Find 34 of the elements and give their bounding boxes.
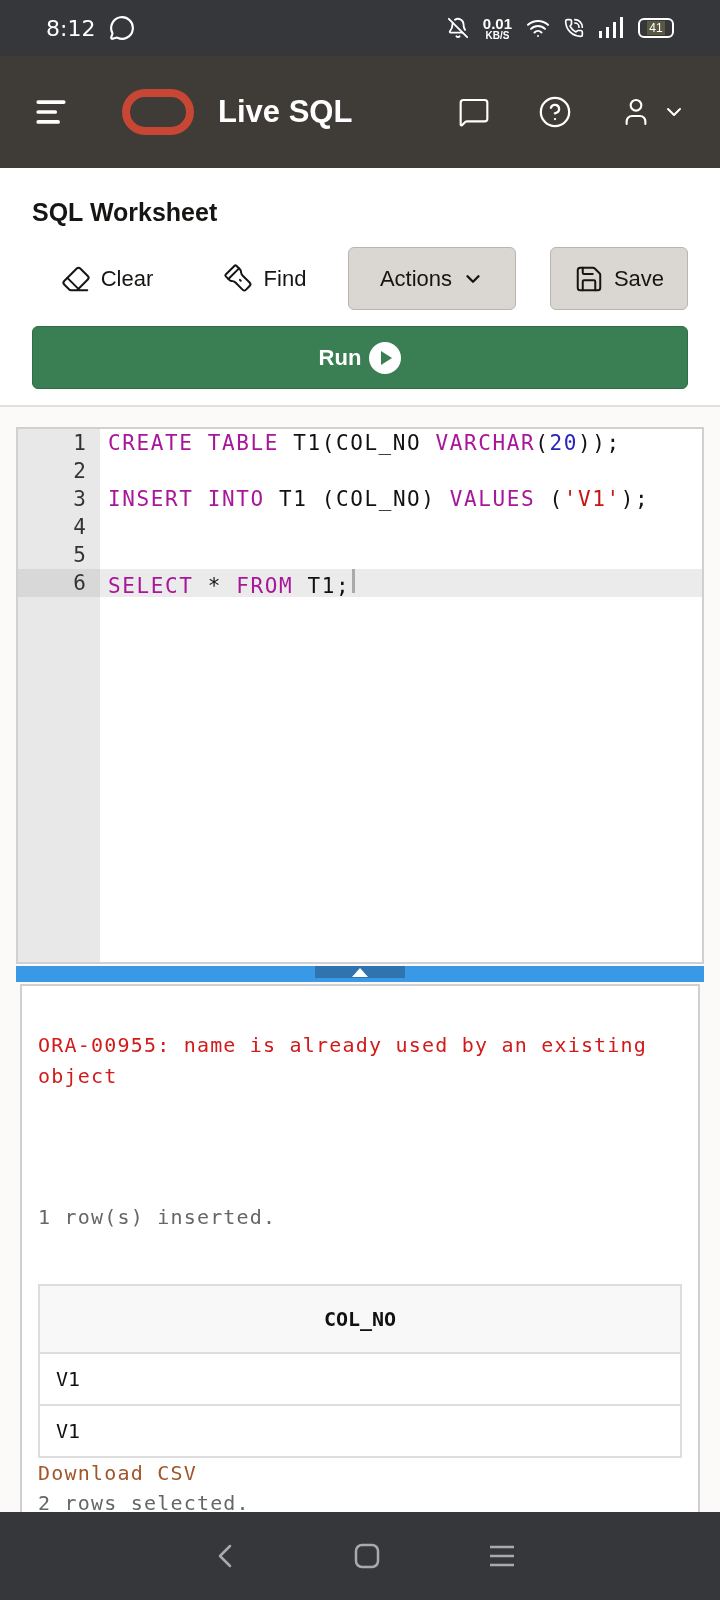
toolbar-button[interactable]: Save [550,247,688,310]
battery-icon: 41 [638,18,674,38]
toolbar-button[interactable]: Clear [32,247,182,310]
code-line: SELECT * FROM T1; [100,568,356,598]
caret-icon [352,967,368,977]
error-message: ORA-00955: name is already used by an existing object [38,1032,649,1090]
logo-icon [122,89,194,135]
play-icon [369,341,402,374]
app-title: Live SQL [218,94,353,130]
clock-time: 8:12 [46,15,96,41]
code-line: INSERT INTO T1 (COL_NO) VALUES ('V1'); [107,487,650,511]
signal-icon [598,17,624,39]
home-icon[interactable] [354,1543,380,1569]
speech-bubble-icon [458,96,490,128]
network-speed: 0.01 KB/S [482,15,512,41]
run-button[interactable]: Run [32,326,688,389]
menu-icon[interactable] [489,1544,516,1568]
actions-dropdown[interactable]: Actions [348,247,516,310]
column-header: COL_NO [39,1285,681,1353]
chat-bubble-icon [109,15,136,41]
code-editor[interactable]: 1 CREATE TABLE T1(COL_NO VARCHAR(20)); 2 3 INSERT INTO T1 (COL_NO) VALUES ('V1'); 4 5 6 SELECT * FROM T1; [16,427,704,964]
download-link[interactable]: Download CSV [38,1458,197,1488]
code-line: CREATE TABLE T1(COL_NO VARCHAR(20)); [107,431,621,455]
line-number: 6 [18,569,100,597]
call-icon [564,18,584,38]
help-icon [538,95,572,129]
muted-bell-icon [446,17,469,39]
result-message: 2 rows selected. [38,1490,251,1512]
table-cell: V1 [39,1405,681,1457]
toolbar-button[interactable]: Find [190,247,340,310]
table-cell: V1 [39,1353,681,1405]
worksheet-title: SQL Worksheet [32,198,219,227]
splitter-handle[interactable] [315,966,405,978]
result-message: 1 row(s) inserted. [38,1204,278,1231]
